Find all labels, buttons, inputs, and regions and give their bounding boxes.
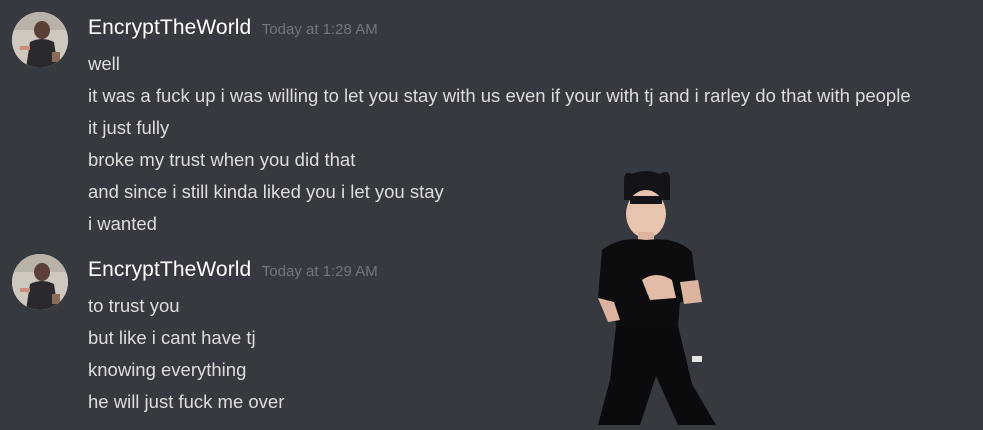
- message-line: i wanted: [88, 213, 157, 234]
- message-line: he will just fuck me over: [88, 391, 285, 412]
- chat-log: EncryptTheWorld Today at 1:28 AM well it…: [0, 0, 983, 425]
- avatar[interactable]: [12, 254, 68, 310]
- message-lines: to trust you but like i cant have tj kno…: [88, 290, 284, 418]
- message-lines: well it was a fuck up i was willing to l…: [88, 48, 911, 240]
- message-line: knowing everything: [88, 359, 247, 380]
- message-header: EncryptTheWorld Today at 1:29 AM: [88, 256, 378, 286]
- username[interactable]: EncryptTheWorld: [88, 16, 251, 39]
- message-line: well: [88, 53, 120, 74]
- message-header: EncryptTheWorld Today at 1:28 AM: [88, 14, 378, 44]
- message-line: it was a fuck up i was willing to let yo…: [88, 85, 911, 106]
- message-line: but like i cant have tj: [88, 327, 256, 348]
- timestamp[interactable]: Today at 1:28 AM: [262, 21, 378, 38]
- timestamp[interactable]: Today at 1:29 AM: [262, 263, 378, 280]
- message-line: it just fully: [88, 117, 170, 138]
- message-line: and since i still kinda liked you i let …: [88, 181, 444, 202]
- message-line: to trust you: [88, 295, 180, 316]
- avatar[interactable]: [12, 12, 68, 68]
- message-line: broke my trust when you did that: [88, 149, 356, 170]
- person-cutout-image: [580, 170, 750, 425]
- username[interactable]: EncryptTheWorld: [88, 258, 251, 281]
